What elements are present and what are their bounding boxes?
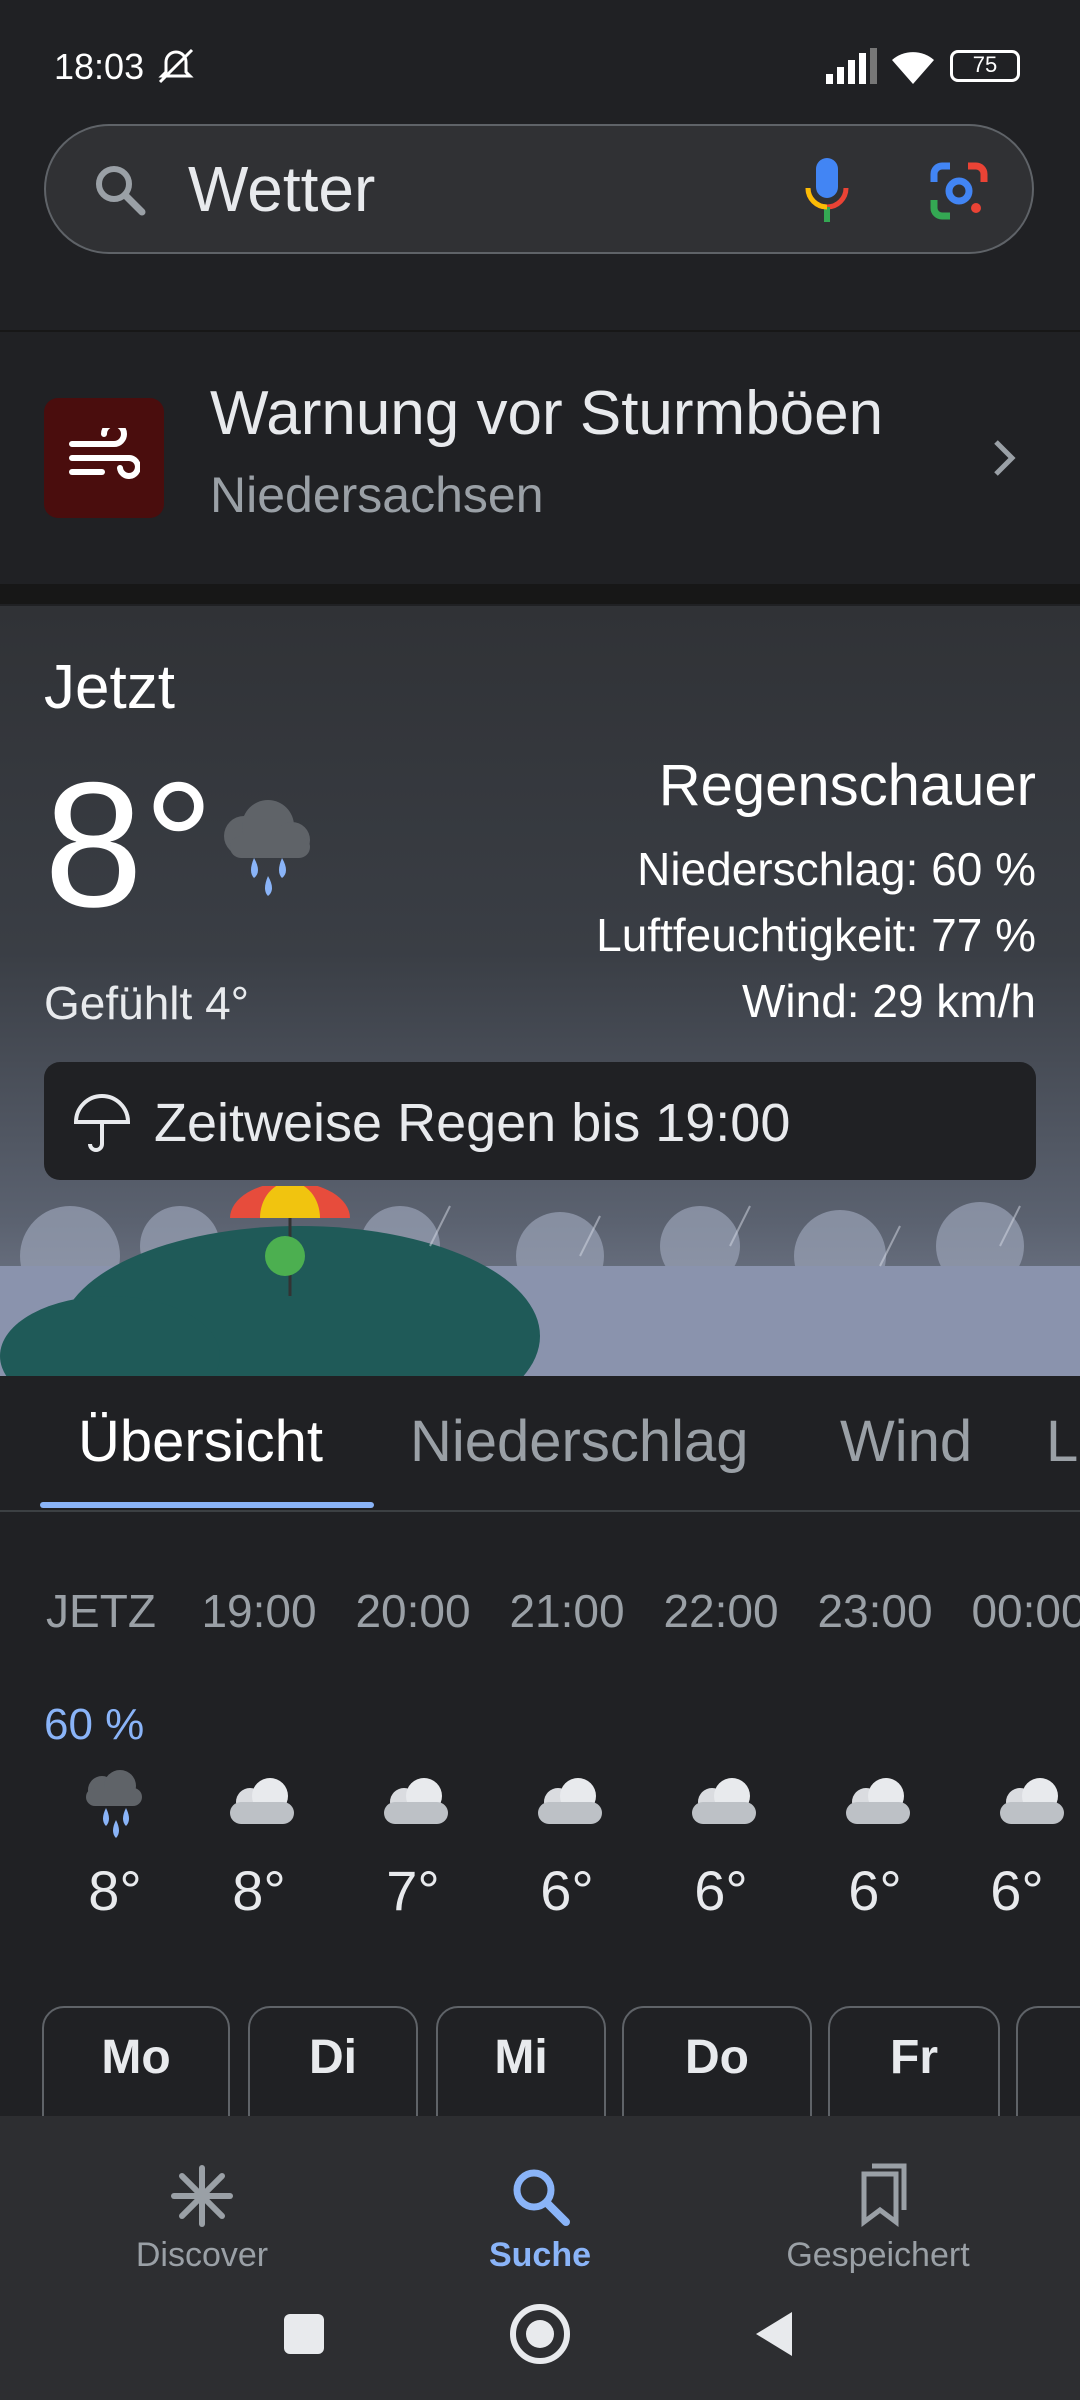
day-label: Do xyxy=(685,2031,749,2084)
condition: Regenschauer xyxy=(658,753,1036,818)
microphone-icon[interactable] xyxy=(802,156,852,231)
nav-search[interactable]: Suche xyxy=(390,2144,690,2294)
chevron-right-icon xyxy=(990,438,1020,483)
wind-speed: Wind: 29 km/h xyxy=(742,975,1036,1027)
wifi-icon xyxy=(888,46,938,91)
weather-illustration xyxy=(0,1182,1080,1446)
hour-time: 00:00 xyxy=(971,1585,1080,1637)
nav-discover[interactable]: Discover xyxy=(52,2144,352,2294)
asterisk-icon xyxy=(170,2164,234,2233)
weather-card: Jetzt 8° Gefühlt 4° Regenschauer Nieders… xyxy=(0,606,1080,1446)
feels-like: Gefühlt 4° xyxy=(44,977,250,1029)
warning-region: Niedersachsen xyxy=(210,467,544,523)
hour-time: 21:00 xyxy=(509,1585,625,1637)
nav-saved[interactable]: Gespeichert xyxy=(728,2144,1028,2294)
day-label: Mo xyxy=(101,2031,171,2084)
battery-level: 75 xyxy=(972,52,998,77)
hourly-precipitation: 60 % xyxy=(44,1700,145,1749)
hour-time: 19:00 xyxy=(201,1585,317,1637)
rain-notice-text: Zeitweise Regen bis 19:00 xyxy=(154,1093,791,1153)
google-lens-icon[interactable] xyxy=(930,162,988,225)
wind-icon xyxy=(68,421,141,493)
hour-temperature: 6° xyxy=(990,1859,1044,1922)
hour-temperature: 8° xyxy=(232,1859,286,1922)
cloud-icon xyxy=(338,1768,488,1838)
day-label: Mi xyxy=(494,2031,548,2084)
search-bar[interactable]: Wetter xyxy=(44,124,1034,254)
cloud-icon xyxy=(646,1768,796,1838)
search-icon xyxy=(508,2164,572,2233)
day-label: Di xyxy=(309,2031,357,2084)
weather-tabs: Übersicht Niederschlag Wind L xyxy=(0,1376,1080,1512)
tab-wind[interactable]: Wind xyxy=(840,1408,972,1475)
search-icon xyxy=(92,162,148,223)
hour-temperature: 7° xyxy=(386,1859,440,1922)
cloud-icon xyxy=(492,1768,642,1838)
recent-apps-button[interactable] xyxy=(284,2314,324,2354)
hour-time: 23:00 xyxy=(817,1585,933,1637)
hour-temperature: 6° xyxy=(694,1859,748,1922)
status-time: 18:03 xyxy=(54,46,145,87)
precipitation: Niederschlag: 60 % xyxy=(637,843,1036,895)
storm-warning[interactable]: Warnung vor Sturmböen Niedersachsen xyxy=(0,332,1080,582)
tab-more[interactable]: L xyxy=(1046,1408,1078,1475)
hour-temperature: 6° xyxy=(848,1859,902,1922)
hour-temperature: 6° xyxy=(540,1859,594,1922)
signal-icon xyxy=(826,48,878,89)
back-button[interactable] xyxy=(752,2310,796,2363)
nav-search-label: Suche xyxy=(488,2236,592,2274)
hour-time: JETZ xyxy=(46,1585,156,1637)
hour-time: 22:00 xyxy=(663,1585,779,1637)
warning-icon-box xyxy=(44,398,164,518)
cloud-icon xyxy=(954,1768,1080,1838)
now-label: Jetzt xyxy=(44,653,175,722)
umbrella-icon xyxy=(72,1094,132,1159)
divider xyxy=(0,584,1080,604)
nav-discover-label: Discover xyxy=(135,2236,269,2274)
tab-precipitation[interactable]: Niederschlag xyxy=(410,1408,749,1475)
hour-temperature: 8° xyxy=(88,1859,142,1922)
search-input[interactable]: Wetter xyxy=(188,152,375,226)
current-temperature: 8° xyxy=(44,745,215,944)
warning-title: Warnung vor Sturmböen xyxy=(210,379,884,448)
battery-icon: 75 xyxy=(950,50,1020,82)
bookmarks-icon xyxy=(850,2162,910,2233)
tab-overview[interactable]: Übersicht xyxy=(78,1408,323,1475)
home-dot-icon xyxy=(526,2320,554,2348)
cloud-icon xyxy=(184,1768,334,1838)
humidity: Luftfeuchtigkeit: 77 % xyxy=(596,909,1036,961)
hour-time: 20:00 xyxy=(355,1585,471,1637)
day-label: Fr xyxy=(890,2031,938,2084)
status-bar: 18:03 75 xyxy=(0,0,1080,120)
home-button[interactable] xyxy=(510,2304,570,2364)
mute-icon xyxy=(152,44,200,93)
tab-indicator xyxy=(40,1502,374,1508)
rain-cloud-icon xyxy=(210,796,320,911)
cloud-icon xyxy=(800,1768,950,1838)
rain-cloud-icon xyxy=(40,1768,190,1838)
rain-notice[interactable]: Zeitweise Regen bis 19:00 xyxy=(44,1062,1036,1180)
nav-saved-label: Gespeichert xyxy=(786,2236,970,2274)
